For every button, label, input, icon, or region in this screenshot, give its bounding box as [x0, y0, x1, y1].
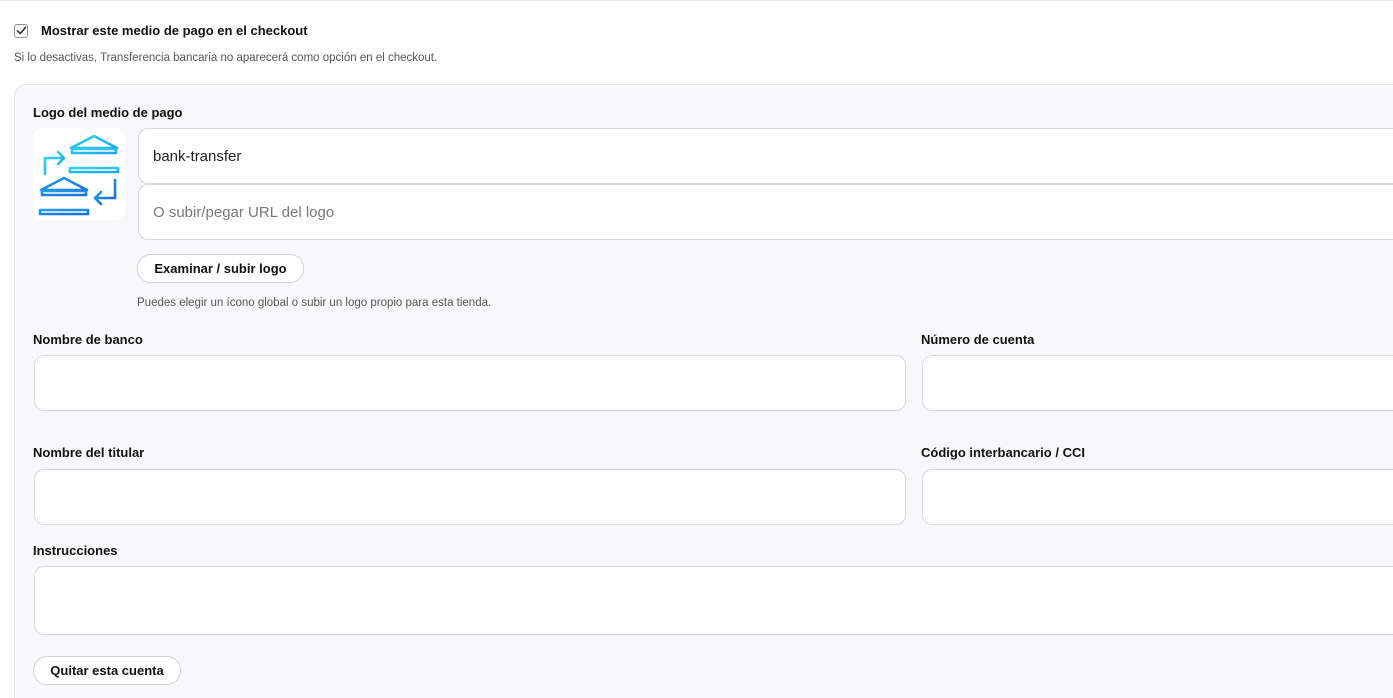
cci-label: Código interbancario / CCI: [921, 445, 1085, 460]
account-number-input[interactable]: [922, 355, 1393, 411]
bank-name-label: Nombre de banco: [33, 332, 143, 347]
logo-preview: [33, 128, 125, 220]
bank-name-input[interactable]: [34, 355, 906, 411]
holder-name-input[interactable]: [34, 469, 906, 525]
cci-input[interactable]: [922, 469, 1393, 525]
logo-url-input[interactable]: O subir/pegar URL del logo: [138, 184, 1393, 240]
logo-hint: Puedes elegir un ícono global o subir un…: [137, 297, 492, 309]
show-in-checkout-label: Mostrar este medio de pago en el checkou…: [41, 23, 308, 38]
bank-transfer-icon: [38, 134, 120, 216]
instructions-textarea[interactable]: [34, 566, 1393, 635]
logo-icon-input[interactable]: bank-transfer: [138, 128, 1393, 184]
show-in-checkout-checkbox[interactable]: [14, 23, 28, 38]
account-number-label: Número de cuenta: [921, 332, 1035, 347]
checkmark-icon: [16, 26, 26, 35]
browse-logo-button[interactable]: Examinar / subir logo: [137, 254, 304, 283]
payment-method-settings: Mostrar este medio de pago en el checkou…: [0, 0, 1393, 698]
instructions-label: Instrucciones: [33, 543, 118, 558]
show-in-checkout-row[interactable]: Mostrar este medio de pago en el checkou…: [14, 23, 308, 38]
holder-name-label: Nombre del titular: [33, 445, 145, 460]
remove-account-button[interactable]: Quitar esta cuenta: [33, 656, 181, 685]
show-in-checkout-hint: Si lo desactivas, Transferencia bancaria…: [14, 52, 438, 64]
logo-label: Logo del medio de pago: [33, 105, 183, 120]
